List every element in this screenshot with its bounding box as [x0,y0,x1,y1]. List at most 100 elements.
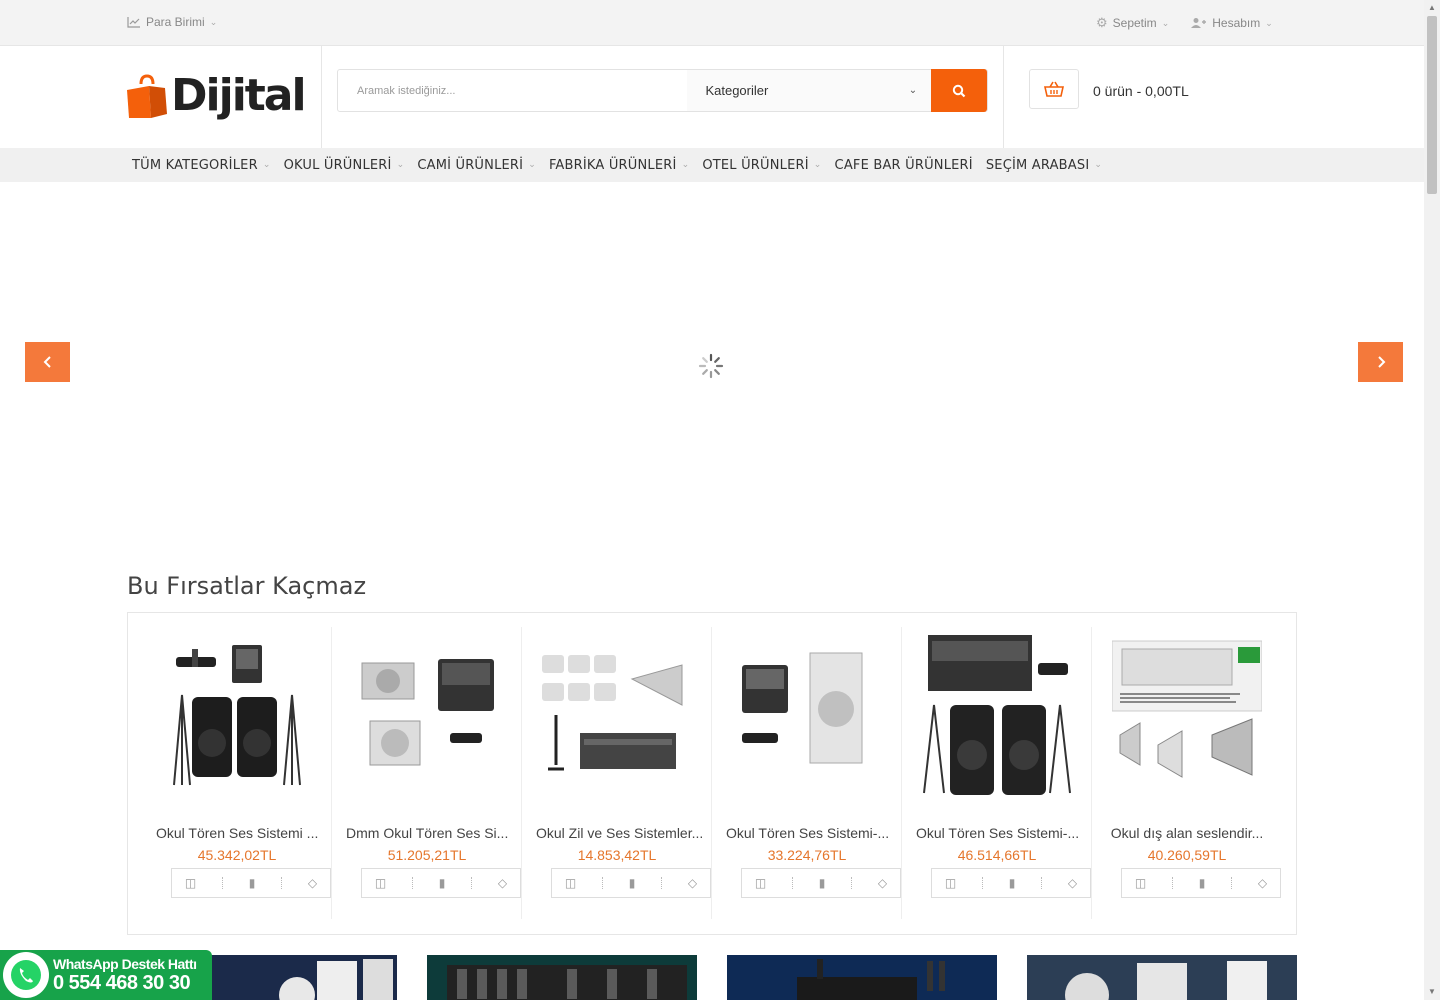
basket-icon[interactable]: ◫ [945,876,956,890]
product-actions: ◫ ▮ ◇ [741,868,901,898]
category-banner[interactable] [1027,955,1297,1000]
category-banner[interactable] [427,955,697,1000]
search-button[interactable] [931,69,987,112]
chevron-down-icon: ⌄ [813,160,822,170]
cart-summary[interactable]: 0 ürün - 0,00TL [1093,83,1189,99]
product-card[interactable]: Okul Tören Ses Sistemi ... 45.342,02TL ◫… [142,627,332,919]
product-name[interactable]: Okul Tören Ses Sistemi-... [712,825,902,841]
gear-icon: ⚙ [1096,15,1108,30]
whatsapp-icon [3,952,49,998]
banner-image [1027,955,1297,1000]
search-input[interactable] [338,70,688,111]
page-scrollbar[interactable]: ▲ ▼ [1424,0,1440,1000]
bar-chart-icon[interactable]: ▮ [249,876,256,890]
whatsapp-support-badge[interactable]: WhatsApp Destek Hattı 0 554 468 30 30 [0,950,212,1000]
chevron-down-icon: ⌄ [396,160,405,170]
diamond-icon[interactable]: ◇ [878,876,887,890]
diamond-icon[interactable]: ◇ [688,876,697,890]
category-banner[interactable] [727,955,997,1000]
basket-icon[interactable]: ◫ [565,876,576,890]
diamond-icon[interactable]: ◇ [498,876,507,890]
slider-prev-button[interactable] [25,342,70,382]
basket-icon[interactable]: ◫ [755,876,766,890]
nav-label: CAMİ ÜRÜNLERİ [417,157,524,173]
basket-icon[interactable]: ◫ [185,876,196,890]
scroll-up-arrow-icon[interactable]: ▲ [1424,0,1440,16]
users-icon [1191,18,1207,28]
search-icon [952,84,966,97]
header: Dijital Kategoriler ⌄ 0 ürün - 0,00TL [0,46,1424,148]
site-logo[interactable]: Dijital [127,70,307,121]
cart-dropdown[interactable]: ⚙ Sepetim ⌄ [1096,15,1169,31]
product-card[interactable]: Okul Zil ve Ses Sistemler... 14.853,42TL… [522,627,712,919]
nav-label: OKUL ÜRÜNLERİ [283,157,392,173]
nav-label: FABRİKA ÜRÜNLERİ [548,157,677,173]
chevron-down-icon: ⌄ [908,85,918,96]
basket-icon[interactable]: ◫ [375,876,386,890]
diamond-icon[interactable]: ◇ [1068,876,1077,890]
nav-item-mosque-products[interactable]: CAMİ ÜRÜNLERİ ⌄ [417,158,536,173]
hero-slider [0,182,1424,552]
chevron-left-icon [43,356,51,368]
search-bar: Kategoriler ⌄ [337,69,988,112]
bar-chart-icon[interactable]: ▮ [629,876,636,890]
product-name[interactable]: Dmm Okul Tören Ses Si... [332,825,522,841]
nav-label: SEÇİM ARABASI [985,157,1090,173]
bar-chart-icon[interactable]: ▮ [819,876,826,890]
product-image[interactable] [1112,635,1262,795]
product-card[interactable]: Okul dış alan seslendir... 40.260,59TL ◫… [1092,627,1282,919]
chevron-right-icon [1377,356,1385,368]
nav-item-cafe-bar-products[interactable]: CAFE BAR ÜRÜNLERİ [835,158,973,173]
product-price: 14.853,42TL [577,847,657,863]
scroll-down-arrow-icon[interactable]: ▼ [1424,984,1440,1000]
chevron-down-icon: ⌄ [262,160,271,170]
product-image[interactable] [542,635,692,795]
product-card[interactable]: Okul Tören Ses Sistemi-... 46.514,66TL ◫… [902,627,1092,919]
bar-chart-icon[interactable]: ▮ [439,876,446,890]
nav-item-school-products[interactable]: OKUL ÜRÜNLERİ ⌄ [284,158,405,173]
nav-label: TÜM KATEGORİLER [132,157,258,173]
divider [1003,46,1004,148]
product-image[interactable] [922,635,1072,795]
product-image[interactable] [732,635,882,795]
product-actions: ◫ ▮ ◇ [551,868,711,898]
banner-image [427,955,697,1000]
chart-line-icon [127,17,140,28]
slider-next-button[interactable] [1358,342,1403,382]
nav-item-hotel-products[interactable]: OTEL ÜRÜNLERİ ⌄ [702,158,821,173]
basket-icon [1044,81,1064,97]
category-select[interactable]: Kategoriler ⌄ [687,70,932,111]
diamond-icon[interactable]: ◇ [308,876,317,890]
currency-dropdown[interactable]: Para Birimi ⌄ [127,15,217,29]
nav-item-factory-products[interactable]: FABRİKA ÜRÜNLERİ ⌄ [549,158,689,173]
scroll-thumb[interactable] [1427,16,1437,194]
nav-label: CAFE BAR ÜRÜNLERİ [834,157,973,173]
nav-item-election-car[interactable]: SEÇİM ARABASI ⌄ [986,158,1102,173]
bar-chart-icon[interactable]: ▮ [1009,876,1016,890]
product-actions: ◫ ▮ ◇ [931,868,1091,898]
product-name[interactable]: Okul Tören Ses Sistemi ... [142,825,332,841]
cart-button[interactable] [1029,69,1079,109]
product-name[interactable]: Okul Zil ve Ses Sistemler... [522,825,712,841]
main-nav: TÜM KATEGORİLER ⌄ OKUL ÜRÜNLERİ ⌄ CAMİ ÜRÜ… [0,148,1424,182]
shopping-bag-logo-icon [127,73,167,118]
product-image[interactable] [162,635,312,795]
diamond-icon[interactable]: ◇ [1258,876,1267,890]
product-actions: ◫ ▮ ◇ [171,868,331,898]
logo-text: Dijital [171,70,307,121]
product-carousel: Okul Tören Ses Sistemi ... 45.342,02TL ◫… [127,612,1297,935]
bar-chart-icon[interactable]: ▮ [1199,876,1206,890]
product-image[interactable] [352,635,502,795]
product-price: 33.224,76TL [767,847,847,863]
basket-icon[interactable]: ◫ [1135,876,1146,890]
product-card[interactable]: Okul Tören Ses Sistemi-... 33.224,76TL ◫… [712,627,902,919]
product-name[interactable]: Okul Tören Ses Sistemi-... [902,825,1092,841]
nav-item-all-categories[interactable]: TÜM KATEGORİLER ⌄ [132,158,271,173]
category-select-label: Kategoriler [705,83,769,98]
product-name[interactable]: Okul dış alan seslendir... [1092,825,1282,841]
whatsapp-label: WhatsApp Destek Hattı [53,955,197,972]
loading-spinner-icon [698,353,724,379]
product-card[interactable]: Dmm Okul Tören Ses Si... 51.205,21TL ◫ ▮… [332,627,522,919]
whatsapp-phone: 0 554 468 30 30 [53,971,191,994]
account-dropdown[interactable]: Hesabım ⌄ [1191,16,1273,30]
